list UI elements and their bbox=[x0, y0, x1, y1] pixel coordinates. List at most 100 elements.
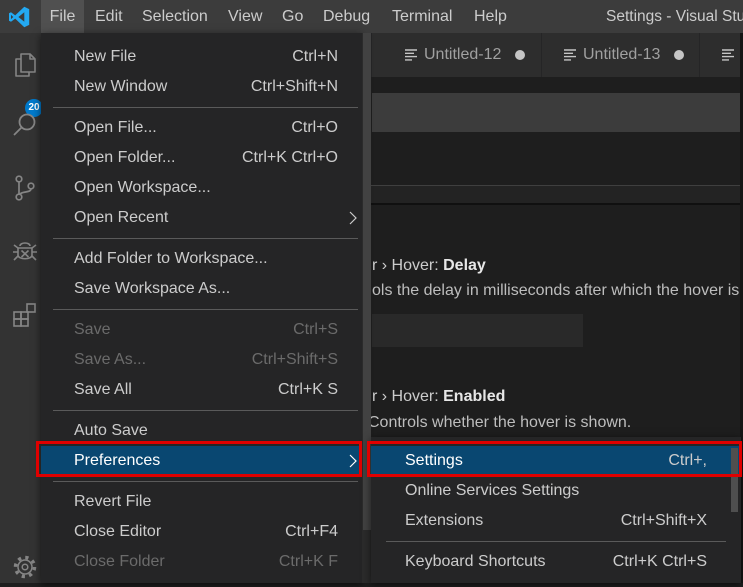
menu-item-close-editor[interactable]: Close Editor Ctrl+F4 bbox=[41, 517, 362, 547]
menu-item-revert-file[interactable]: Revert File bbox=[41, 487, 362, 517]
menu-item-auto-save[interactable]: Auto Save bbox=[41, 416, 362, 446]
menu-item-label: Keyboard Shortcuts bbox=[405, 553, 546, 570]
menubar-debug[interactable]: Debug bbox=[314, 0, 379, 33]
menubar-edit[interactable]: Edit bbox=[86, 0, 132, 33]
setting-prefix: r › Hover: bbox=[372, 257, 444, 274]
tab-label: Untitled-12 bbox=[424, 46, 502, 63]
file-menu-scrollbar[interactable] bbox=[362, 33, 371, 583]
settings-search-input[interactable] bbox=[372, 93, 740, 132]
menu-item-save-all[interactable]: Save All Ctrl+K S bbox=[41, 375, 362, 405]
menubar-go[interactable]: Go bbox=[273, 0, 312, 33]
activity-extensions[interactable] bbox=[10, 300, 40, 330]
activity-debug[interactable] bbox=[10, 237, 40, 267]
menu-item-label: Save As... bbox=[74, 351, 147, 368]
menu-item-shortcut: Ctrl+N bbox=[292, 48, 338, 65]
menu-item-open-workspace[interactable]: Open Workspace... bbox=[41, 173, 362, 203]
menu-item-new-file[interactable]: New File Ctrl+N bbox=[41, 42, 362, 72]
setting-name: Enabled bbox=[443, 388, 506, 405]
menu-item-save-as[interactable]: Save As... Ctrl+Shift+S bbox=[41, 345, 362, 375]
menu-item-label: Close Folder bbox=[74, 553, 165, 570]
menu-item-close-folder[interactable]: Close Folder Ctrl+K F bbox=[41, 547, 362, 577]
menu-item-open-file[interactable]: Open File... Ctrl+O bbox=[41, 113, 362, 143]
menu-item-open-recent[interactable]: Open Recent bbox=[41, 203, 362, 233]
menu-item-shortcut: Ctrl+O bbox=[291, 119, 338, 136]
activity-search[interactable] bbox=[10, 110, 40, 140]
menu-item-label: Revert File bbox=[74, 493, 152, 510]
menu-item-shortcut: Ctrl+F4 bbox=[285, 523, 338, 540]
menubar-help[interactable]: Help bbox=[465, 0, 516, 33]
chevron-right-icon bbox=[349, 211, 357, 225]
activity-explorer[interactable] bbox=[10, 50, 40, 80]
menu-item-label: Open Folder... bbox=[74, 149, 176, 166]
menu-item-extensions[interactable]: Extensions Ctrl+Shift+X bbox=[371, 506, 741, 536]
chevron-right-icon bbox=[349, 454, 357, 468]
menu-separator bbox=[41, 405, 362, 416]
tab-untitled-13[interactable]: Untitled-13 bbox=[542, 33, 700, 77]
text-file-icon bbox=[405, 49, 417, 61]
menubar-selection[interactable]: Selection bbox=[133, 0, 217, 33]
menu-item-save-workspace-as[interactable]: Save Workspace As... bbox=[41, 274, 362, 304]
tab-untitled-12[interactable]: Untitled-12 bbox=[383, 33, 542, 77]
menu-item-label: Online Services Settings bbox=[405, 482, 580, 499]
files-icon bbox=[15, 53, 36, 77]
setting-prefix: r › Hover: bbox=[372, 388, 444, 405]
menu-item-label: Open File... bbox=[74, 119, 157, 136]
menu-item-add-folder-to-workspace[interactable]: Add Folder to Workspace... bbox=[41, 244, 362, 274]
debug-icon bbox=[13, 242, 37, 261]
setting-title-hover-enabled: r › Hover: Enabled bbox=[372, 387, 505, 407]
menu-separator bbox=[41, 476, 362, 487]
menu-item-open-folder[interactable]: Open Folder... Ctrl+K Ctrl+O bbox=[41, 143, 362, 173]
text-file-icon bbox=[564, 49, 576, 61]
menu-separator bbox=[41, 304, 362, 315]
menu-item-shortcut: Ctrl+Shift+S bbox=[251, 351, 338, 368]
menu-item-shortcut: Ctrl+Shift+N bbox=[250, 78, 338, 95]
extensions-icon bbox=[13, 303, 36, 327]
menu-item-label: Auto Save bbox=[74, 422, 148, 439]
menu-item-shortcut: Ctrl+K Ctrl+O bbox=[241, 149, 338, 166]
tab-bar: Untitled-12 Untitled-13 bbox=[371, 33, 743, 77]
menu-item-label: Preferences bbox=[74, 452, 161, 469]
search-icon bbox=[13, 113, 36, 136]
submenu-scrollbar-thumb[interactable] bbox=[731, 448, 738, 512]
scrollbar-thumb[interactable] bbox=[363, 33, 371, 530]
menubar-view[interactable]: View bbox=[219, 0, 271, 33]
menu-item-keyboard-shortcuts[interactable]: Keyboard Shortcuts Ctrl+K Ctrl+S bbox=[371, 547, 741, 577]
settings-header-strip bbox=[371, 186, 743, 203]
menu-item-shortcut: Ctrl+K F bbox=[278, 553, 338, 570]
setting-description: ols the delay in milliseconds after whic… bbox=[372, 282, 740, 299]
setting-name: Delay bbox=[443, 257, 486, 274]
menu-item-shortcut: Ctrl+S bbox=[293, 321, 338, 338]
window-title: Settings - Visual Stu bbox=[606, 8, 743, 25]
menu-item-shortcut: Ctrl+K Ctrl+S bbox=[612, 553, 707, 570]
dirty-indicator-icon[interactable] bbox=[515, 50, 525, 60]
menu-item-label: Close Editor bbox=[74, 523, 162, 540]
dirty-indicator-icon[interactable] bbox=[674, 50, 684, 60]
file-menu: New File Ctrl+N New Window Ctrl+Shift+N … bbox=[41, 33, 362, 583]
preferences-submenu: Settings Ctrl+, Online Services Settings… bbox=[371, 437, 741, 583]
tab-third[interactable] bbox=[700, 33, 743, 77]
menu-item-new-window[interactable]: New Window Ctrl+Shift+N bbox=[41, 72, 362, 102]
menu-item-label: Open Workspace... bbox=[74, 179, 211, 196]
source-control-icon bbox=[15, 175, 35, 201]
activity-manage[interactable] bbox=[10, 552, 40, 582]
menu-item-online-services-settings[interactable]: Online Services Settings bbox=[371, 476, 741, 506]
setting-description: Controls whether the hover is shown. bbox=[371, 414, 632, 431]
menu-item-save[interactable]: Save Ctrl+S bbox=[41, 315, 362, 345]
menu-item-preferences[interactable]: Preferences bbox=[41, 446, 362, 476]
menu-item-label: New File bbox=[74, 48, 137, 65]
menubar-terminal[interactable]: Terminal bbox=[383, 0, 461, 33]
menu-item-settings[interactable]: Settings Ctrl+, bbox=[371, 446, 741, 476]
menu-item-shortcut: Ctrl+, bbox=[668, 452, 707, 469]
menu-item-label: Settings bbox=[405, 452, 463, 469]
menu-item-label: Save All bbox=[74, 381, 132, 398]
menu-separator bbox=[41, 102, 362, 113]
menu-separator bbox=[41, 233, 362, 244]
hover-delay-input[interactable] bbox=[372, 314, 583, 347]
setting-title-hover-delay: r › Hover: Delay bbox=[372, 256, 486, 276]
menu-item-shortcut: Ctrl+K S bbox=[277, 381, 338, 398]
menu-item-label: New Window bbox=[74, 78, 168, 95]
activity-source-control[interactable] bbox=[10, 173, 40, 203]
menubar-file[interactable]: File bbox=[41, 0, 84, 33]
breadcrumb-gap bbox=[371, 77, 743, 93]
tab-label: Untitled-13 bbox=[583, 46, 661, 63]
